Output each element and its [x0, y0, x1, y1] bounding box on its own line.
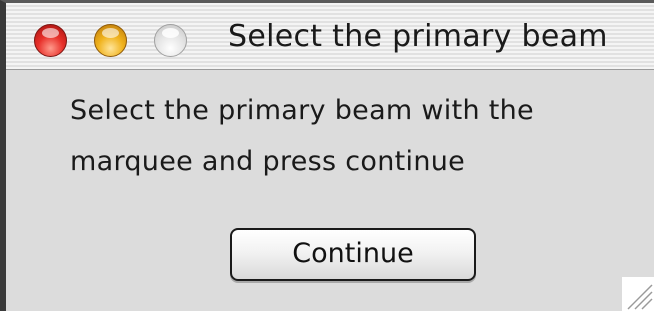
zoom-window-button[interactable]	[154, 24, 187, 57]
title-bar[interactable]: Select the primary beam	[6, 3, 654, 70]
minimize-window-button[interactable]	[94, 24, 127, 57]
close-window-button[interactable]	[34, 24, 67, 57]
continue-button[interactable]: Continue	[230, 228, 476, 281]
window-title: Select the primary beam	[228, 19, 608, 54]
resize-grip-icon[interactable]	[622, 277, 654, 311]
dialog-window: Select the primary beam Select the prima…	[0, 0, 654, 311]
dialog-message: Select the primary beam with the marquee…	[70, 85, 640, 187]
message-line-1: Select the primary beam with the	[70, 95, 534, 126]
message-line-2: marquee and press continue	[70, 146, 466, 177]
